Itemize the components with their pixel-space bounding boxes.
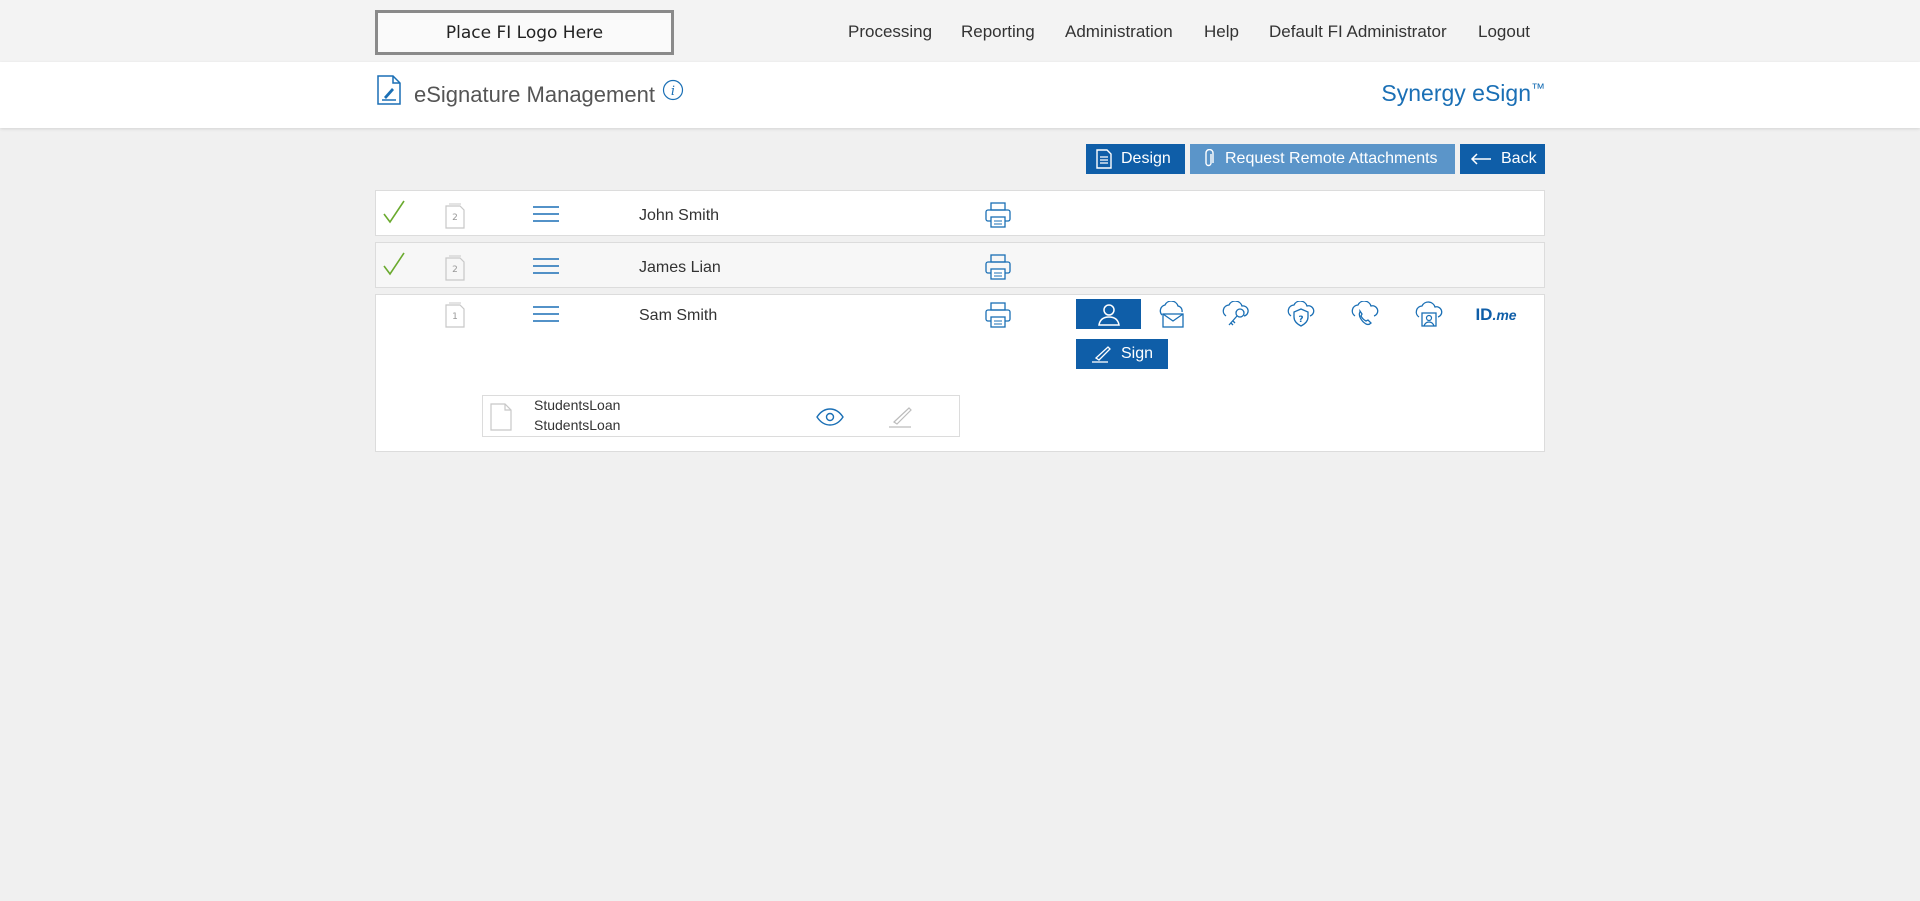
document-name: StudentsLoan xyxy=(534,397,621,413)
menu-icon[interactable] xyxy=(533,258,559,279)
svg-text:i: i xyxy=(671,84,675,99)
back-button-label: Back xyxy=(1501,150,1537,167)
fi-logo-placeholder: Place FI Logo Here xyxy=(375,10,674,55)
pen-icon xyxy=(1091,346,1111,363)
signer-row: 2 James Lian xyxy=(375,242,1545,288)
design-icon xyxy=(1096,149,1112,169)
printer-icon[interactable] xyxy=(984,253,1012,286)
request-remote-attachments-button[interactable]: Request Remote Attachments xyxy=(1190,144,1455,174)
key-auth-button[interactable] xyxy=(1206,300,1266,330)
printer-icon[interactable] xyxy=(984,201,1012,234)
design-button-label: Design xyxy=(1121,150,1171,167)
email-icon xyxy=(1159,301,1184,328)
sign-button[interactable]: Sign xyxy=(1076,339,1168,369)
svg-text:2: 2 xyxy=(452,265,458,275)
key-icon xyxy=(1222,301,1249,326)
documents-count-icon: 2 xyxy=(443,203,467,234)
security-question-icon: ? xyxy=(1287,301,1315,327)
eye-icon[interactable] xyxy=(816,408,844,431)
printer-icon[interactable] xyxy=(984,301,1012,334)
idme-logo: ID.me xyxy=(1475,305,1516,325)
request-remote-attachments-label: Request Remote Attachments xyxy=(1225,150,1438,167)
esignature-document-icon xyxy=(376,75,402,110)
document-icon xyxy=(490,403,512,436)
documents-count-icon: 1 xyxy=(443,302,467,333)
phone-auth-button[interactable] xyxy=(1335,300,1395,330)
nav-user-account[interactable]: Default FI Administrator xyxy=(1269,22,1447,42)
in-person-icon xyxy=(1097,304,1120,326)
sign-button-label: Sign xyxy=(1120,345,1154,362)
product-brand: Synergy eSign™ xyxy=(1381,80,1545,107)
paperclip-icon xyxy=(1205,149,1214,167)
nav-reporting[interactable]: Reporting xyxy=(961,22,1035,42)
design-button[interactable]: Design xyxy=(1086,144,1185,174)
documents-count-icon: 2 xyxy=(443,255,467,286)
arrow-left-icon xyxy=(1470,153,1491,165)
idme-logo-id: ID xyxy=(1475,305,1493,324)
menu-icon[interactable] xyxy=(533,206,559,227)
signer-row-expanded: 1 Sam Smith ? ID.me Sign StudentsLoan St… xyxy=(375,294,1545,452)
trademark-mark: ™ xyxy=(1531,80,1545,96)
idme-auth-button[interactable]: ID.me xyxy=(1466,300,1526,330)
document-item: StudentsLoan StudentsLoan xyxy=(482,395,960,437)
idme-logo-me: .me xyxy=(1492,307,1517,323)
document-description: StudentsLoan xyxy=(534,417,621,433)
checkmark-icon xyxy=(382,251,406,282)
page-header: eSignature Management i Synergy eSign™ xyxy=(0,62,1920,128)
cloud-person-icon xyxy=(1415,301,1443,327)
menu-icon[interactable] xyxy=(533,306,559,327)
checkmark-icon xyxy=(382,199,406,230)
nav-administration[interactable]: Administration xyxy=(1065,22,1173,42)
cloud-identity-auth-button[interactable] xyxy=(1399,300,1459,330)
signer-name: Sam Smith xyxy=(639,307,718,324)
svg-text:?: ? xyxy=(1298,315,1303,325)
signer-name: John Smith xyxy=(639,207,720,224)
in-person-auth-button[interactable] xyxy=(1076,299,1141,329)
info-icon[interactable]: i xyxy=(662,79,684,106)
phone-icon xyxy=(1351,301,1379,326)
page-title: eSignature Management xyxy=(414,82,655,107)
email-auth-button[interactable] xyxy=(1142,300,1202,330)
signer-row: 2 John Smith xyxy=(375,190,1545,236)
top-bar: Place FI Logo Here Processing Reporting … xyxy=(0,0,1920,62)
svg-text:1: 1 xyxy=(452,312,458,322)
back-button[interactable]: Back xyxy=(1460,144,1545,174)
signer-name: James Lian xyxy=(639,259,721,276)
nav-help[interactable]: Help xyxy=(1204,22,1239,42)
nav-processing[interactable]: Processing xyxy=(848,22,932,42)
svg-text:2: 2 xyxy=(452,213,458,223)
brand-name: Synergy eSign xyxy=(1381,80,1531,106)
sign-document-pen-icon xyxy=(887,405,915,434)
security-question-auth-button[interactable]: ? xyxy=(1271,300,1331,330)
nav-logout[interactable]: Logout xyxy=(1478,22,1530,42)
